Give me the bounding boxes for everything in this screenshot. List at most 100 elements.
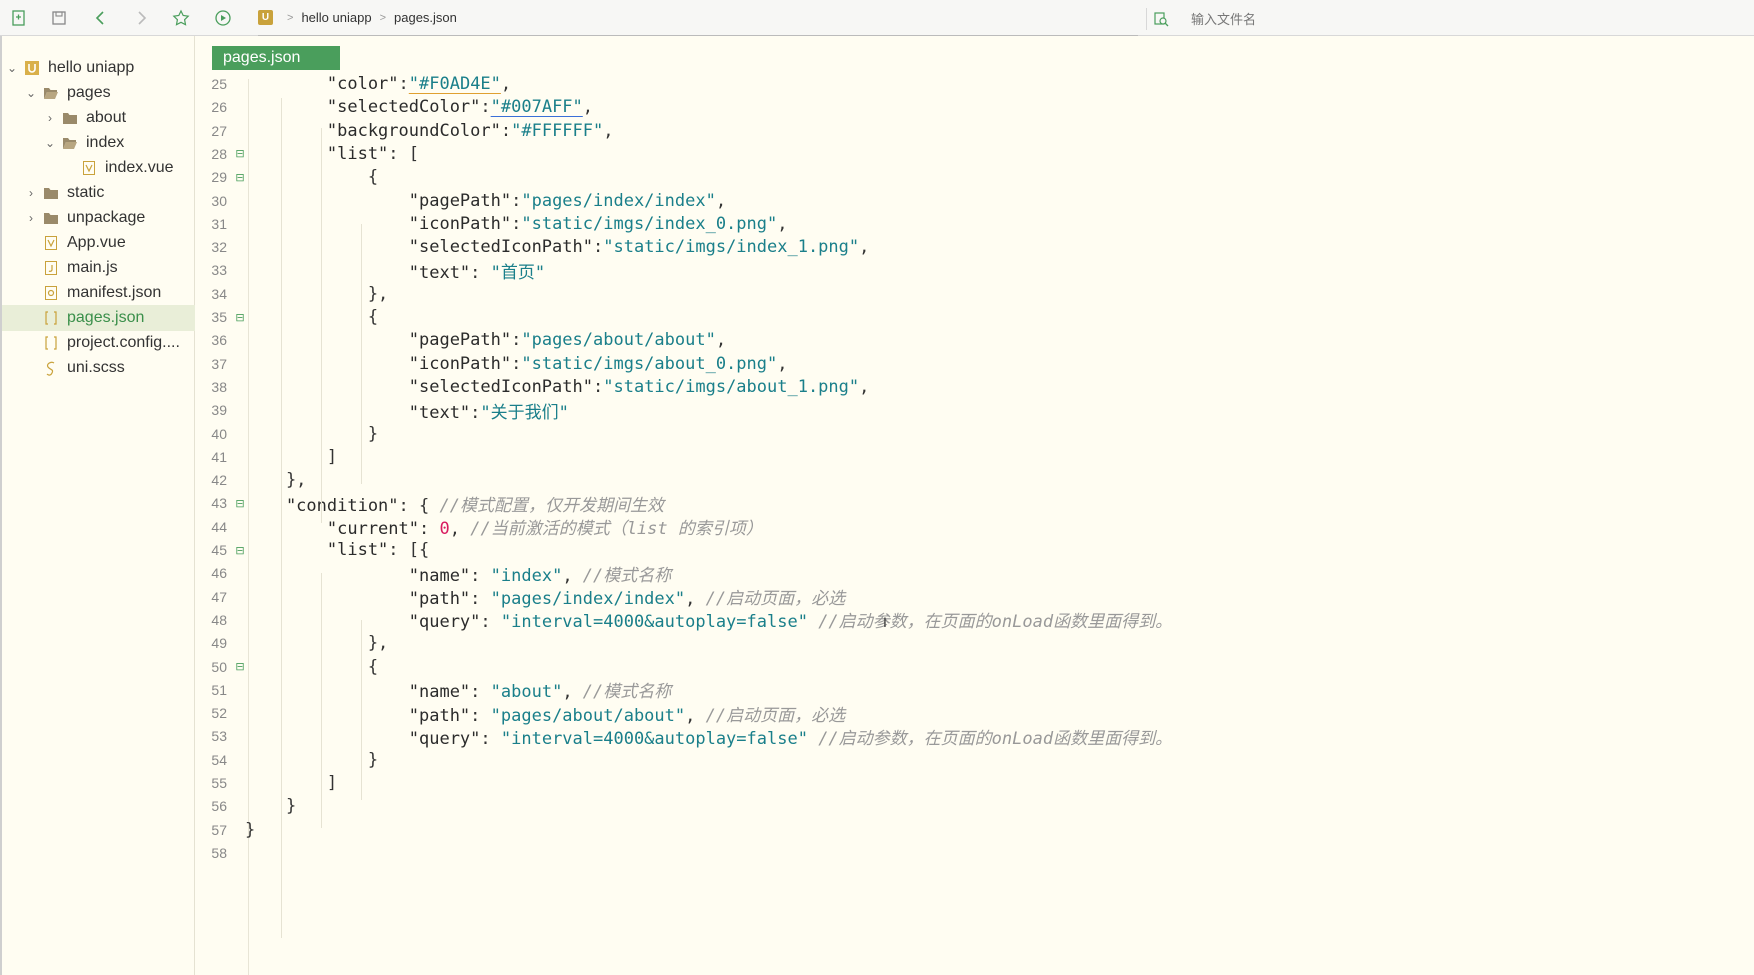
chevron-down-icon[interactable]: ⌄ xyxy=(44,136,56,150)
line-number: 29 xyxy=(211,169,227,186)
sidebar-item-label: main.js xyxy=(67,259,118,276)
sidebar-item-pages[interactable]: ⌄ pages xyxy=(2,80,218,106)
json-key: "iconPath" xyxy=(245,213,512,234)
sidebar-item-manifest-json[interactable]: ›manifest.json xyxy=(2,280,218,306)
code-line[interactable]: 55 ] xyxy=(195,770,1754,796)
code-line[interactable]: 58 xyxy=(195,840,1754,866)
back-icon[interactable] xyxy=(90,8,112,28)
line-number: 43 xyxy=(211,495,227,512)
code-line[interactable]: 31 "iconPath":"static/imgs/index_0.png", xyxy=(195,211,1754,237)
code-line[interactable]: 37 "iconPath":"static/imgs/about_0.png", xyxy=(195,351,1754,377)
manifest-file-icon xyxy=(43,285,59,301)
code-line[interactable]: 54 } xyxy=(195,747,1754,773)
code-line[interactable]: 30 "pagePath":"pages/index/index", xyxy=(195,188,1754,214)
punctuation: } xyxy=(245,749,379,770)
line-number: 52 xyxy=(211,705,227,722)
json-file-icon xyxy=(43,310,59,326)
line-number: 27 xyxy=(211,122,227,139)
line-number: 36 xyxy=(211,332,227,349)
code-line[interactable]: 44 "current": 0, //当前激活的模式（list 的索引项） xyxy=(195,514,1754,540)
chevron-down-icon[interactable]: ⌄ xyxy=(6,61,18,75)
code-text: "list": [ xyxy=(245,144,419,164)
code-text: "color":"#F0AD4E", xyxy=(245,74,511,94)
tab-pages-json[interactable]: pages.json xyxy=(212,46,340,70)
code-text: "path": "pages/index/index", //启动页面，必选 xyxy=(245,584,845,609)
code-line[interactable]: 53 "query": "interval=4000&autoplay=fals… xyxy=(195,723,1754,749)
code-line[interactable]: 39 "text":"关于我们" xyxy=(195,397,1754,423)
punctuation: , xyxy=(582,97,594,118)
code-line[interactable]: 42 }, xyxy=(195,467,1754,493)
code-line[interactable]: 35 ⊟ { xyxy=(195,304,1754,330)
new-file-icon[interactable] xyxy=(8,8,30,28)
code-line[interactable]: 49 }, xyxy=(195,630,1754,656)
line-number: 55 xyxy=(211,775,227,791)
code-line[interactable]: 47 "path": "pages/index/index", //启动页面，必… xyxy=(195,584,1754,610)
line-number: 47 xyxy=(211,588,227,605)
code-line[interactable]: 26 "selectedColor":"#007AFF", xyxy=(195,94,1754,120)
code-line[interactable]: 41 ] xyxy=(195,444,1754,470)
code-line[interactable]: 48 "query": "interval=4000&autoplay=fals… xyxy=(195,607,1754,633)
code-line[interactable]: 29 ⊟ { xyxy=(195,164,1754,190)
code-line[interactable]: 56 } xyxy=(195,793,1754,819)
code-line[interactable]: 34 }, xyxy=(195,281,1754,307)
code-text: ] xyxy=(245,773,337,793)
chevron-right-icon[interactable]: › xyxy=(44,111,56,125)
star-icon[interactable] xyxy=(170,8,192,28)
line-number: 30 xyxy=(211,192,227,209)
sidebar-item-app-vue[interactable]: ›App.vue xyxy=(2,230,218,256)
code-line[interactable]: 36 "pagePath":"pages/about/about", xyxy=(195,327,1754,353)
breadcrumb-project[interactable]: hello uniapp xyxy=(301,10,371,25)
code-line[interactable]: 50 ⊟ { xyxy=(195,654,1754,680)
line-number: 42 xyxy=(211,472,227,489)
save-icon[interactable] xyxy=(48,8,70,28)
code-line[interactable]: 52 "path": "pages/about/about", //启动页面，必… xyxy=(195,700,1754,726)
line-number: 40 xyxy=(211,425,227,442)
sidebar-item-hello-uniapp[interactable]: ⌄ hello uniapp xyxy=(2,55,199,81)
sidebar-item-uni-scss[interactable]: ›uni.scss xyxy=(2,355,218,381)
punctuation: , xyxy=(777,213,788,234)
code-line[interactable]: 46 "name": "index", //模式名称 xyxy=(195,560,1754,586)
project-explorer: ⌄ hello uniapp ⌄ pages › about ⌄ index › index.vu… xyxy=(0,36,218,975)
sidebar-item-main-js[interactable]: ›main.js xyxy=(2,255,218,281)
code-line[interactable]: 25 "color":"#F0AD4E", xyxy=(195,71,1754,97)
code-line[interactable]: 43 ⊟ "condition": { //模式配置，仅开发期间生效 xyxy=(195,490,1754,516)
code-line[interactable]: 38 "selectedIconPath":"static/imgs/about… xyxy=(195,374,1754,400)
code-line[interactable]: 32 "selectedIconPath":"static/imgs/index… xyxy=(195,234,1754,260)
chevron-right-icon[interactable]: › xyxy=(25,211,37,225)
run-icon[interactable] xyxy=(212,8,234,28)
code-line[interactable]: 51 "name": "about", //模式名称 xyxy=(195,677,1754,703)
code-text: "pagePath":"pages/about/about", xyxy=(245,330,726,350)
chevron-down-icon[interactable]: ⌄ xyxy=(25,86,37,100)
code-line[interactable]: 33 "text": "首页" xyxy=(195,257,1754,283)
json-string: "static/imgs/index_0.png" xyxy=(521,213,778,234)
text-cursor-icon: I xyxy=(883,614,887,630)
code-line[interactable]: 57} xyxy=(195,817,1754,843)
code-line[interactable]: 45 ⊟ "list": [{ xyxy=(195,537,1754,563)
folder-icon xyxy=(43,185,59,201)
file-search-input[interactable] xyxy=(1189,10,1693,28)
breadcrumb-file[interactable]: pages.json xyxy=(394,10,457,25)
code-line[interactable]: 28 ⊟ "list": [ xyxy=(195,141,1754,167)
punctuation: : xyxy=(511,213,522,234)
code-text: "condition": { //模式配置，仅开发期间生效 xyxy=(245,491,664,516)
chevron-right-icon[interactable]: › xyxy=(25,186,37,200)
sidebar-item-unpackage[interactable]: › unpackage xyxy=(2,205,218,231)
sidebar-item-label: about xyxy=(86,109,127,126)
sidebar-item-label: pages.json xyxy=(67,309,145,326)
code-line[interactable]: 40 } xyxy=(195,421,1754,447)
js-file-icon xyxy=(43,260,59,276)
code-editor[interactable]: pages.json 25 "color":"#F0AD4E", 26 "sele… xyxy=(195,36,1754,975)
sidebar-item-pages-json[interactable]: ›pages.json xyxy=(2,305,218,331)
code-line[interactable]: 27 "backgroundColor":"#FFFFFF", xyxy=(195,118,1754,144)
line-number: 57 xyxy=(211,821,227,838)
sidebar-item-project-config[interactable]: ›project.config.... xyxy=(2,330,218,356)
line-number: 28 xyxy=(211,145,227,162)
sidebar-item-static[interactable]: › static xyxy=(2,180,218,206)
line-number: 37 xyxy=(211,355,227,372)
file-search xyxy=(1146,8,1747,30)
project-icon xyxy=(24,60,40,76)
forward-icon[interactable] xyxy=(130,8,152,28)
line-number: 45 xyxy=(211,542,227,558)
line-number: 49 xyxy=(211,635,227,652)
vue-file-icon xyxy=(81,160,97,176)
